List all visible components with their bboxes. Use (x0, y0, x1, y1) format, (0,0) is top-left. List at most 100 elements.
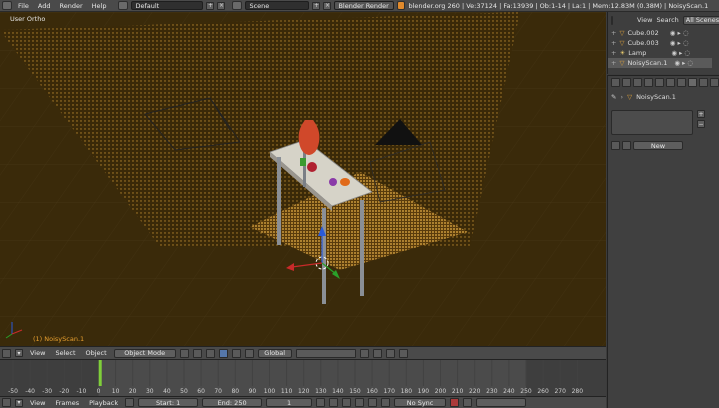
pin-icon[interactable]: ✎ (611, 93, 616, 101)
info-header: File Add Render Help Default + × Scene +… (0, 0, 719, 12)
toggle-menus-button[interactable]: ▾ (15, 398, 23, 407)
timeline-tick-label: 220 (468, 388, 481, 395)
rotate-icon[interactable] (231, 348, 241, 358)
next-keyframe-icon[interactable] (368, 398, 378, 407)
jump-end-icon[interactable] (381, 398, 391, 407)
timeline-tick-label: 150 (349, 388, 361, 395)
timeline-tick-label: 130 (315, 388, 327, 395)
remove-scene-button[interactable]: × (323, 1, 332, 10)
world-tab-icon[interactable] (633, 77, 642, 87)
visibility-eye-icon[interactable]: ◉ ▸ ◌ (670, 39, 689, 47)
sync-mode-dropdown[interactable]: No Sync (394, 398, 447, 407)
remove-slot-button[interactable]: − (697, 120, 705, 128)
menu-object[interactable]: Object (83, 349, 110, 357)
pivot-dropdown-icon[interactable] (192, 348, 202, 358)
modifiers-tab-icon[interactable] (666, 77, 675, 87)
layers-grid[interactable] (295, 348, 356, 358)
toggle-menus-button[interactable]: ▾ (15, 349, 23, 357)
mesh-icon: ▽ (627, 93, 633, 101)
orientation-dropdown[interactable]: Global (257, 348, 292, 358)
preview-range-icon[interactable] (125, 398, 135, 407)
material-browse-icon[interactable] (611, 141, 620, 150)
render-opengl-icon[interactable] (398, 348, 408, 358)
3d-viewport[interactable]: User Ortho (1) NoisyScan.1 (0, 12, 606, 346)
outliner-editor-icon[interactable] (611, 15, 613, 25)
keying-set-icon[interactable] (463, 398, 473, 407)
add-layout-button[interactable]: + (206, 1, 215, 10)
outliner-view-menu[interactable]: View (637, 16, 652, 24)
play-icon[interactable] (355, 398, 365, 407)
texture-tab-icon[interactable] (699, 77, 708, 87)
visibility-eye-icon[interactable]: ◉ ▸ ◌ (674, 59, 693, 67)
material-slot-list[interactable] (611, 110, 693, 135)
current-frame-indicator[interactable] (98, 360, 102, 386)
menu-view[interactable]: View (27, 349, 48, 357)
outliner-panel: View Search All Scenes + ▽ Cube.002 ◉ ▸ … (607, 12, 719, 74)
expand-icon: + (611, 59, 617, 67)
prev-keyframe-icon[interactable] (329, 398, 339, 407)
outliner-item[interactable]: + ▽ Cube.002 ◉ ▸ ◌ (608, 28, 688, 38)
stats-text: blender.org 260 | Ve:37124 | Fa:13939 | … (408, 1, 709, 10)
play-reverse-icon[interactable] (342, 398, 352, 407)
translate-icon[interactable] (218, 348, 228, 358)
timeline-tick-label: 180 (400, 388, 413, 395)
timeline-tick-label: 260 (537, 388, 549, 395)
record-icon[interactable] (450, 398, 460, 407)
proportional-edit-icon[interactable] (385, 348, 395, 358)
scene-icon[interactable] (232, 1, 243, 10)
timeline-editor-icon[interactable] (2, 398, 11, 407)
scene-tab-icon[interactable] (622, 77, 631, 87)
vase-object[interactable] (298, 120, 320, 155)
render-tab-icon[interactable] (611, 77, 620, 87)
outliner-search-menu[interactable]: Search (656, 16, 678, 24)
visibility-eye-icon[interactable]: ◉ ▸ ◌ (670, 29, 689, 37)
render-engine-dropdown[interactable]: Blender Render (334, 1, 395, 10)
menu-playback[interactable]: Playback (86, 399, 121, 407)
timeline-tick-label: 120 (297, 388, 310, 395)
material-tab-icon[interactable] (688, 77, 697, 87)
menu-select[interactable]: Select (52, 349, 78, 357)
outliner-item[interactable]: + ▽ Cube.003 ◉ ▸ ◌ (608, 38, 688, 48)
current-frame-field[interactable]: 1 (266, 398, 313, 407)
start-frame-field[interactable]: Start: 1 (138, 398, 199, 407)
keying-set-field[interactable] (476, 398, 527, 407)
menu-view[interactable]: View (27, 399, 48, 407)
timeline-tick-label: 50 (180, 388, 188, 395)
outliner-item[interactable]: + ☀ Lamp ◉ ▸ ◌ (608, 48, 690, 58)
add-slot-button[interactable]: + (697, 110, 705, 118)
timeline-tick-label: -40 (25, 388, 35, 395)
properties-tabs (608, 77, 719, 87)
menu-render[interactable]: Render (56, 2, 85, 10)
snap-icon[interactable] (372, 348, 382, 358)
data-tab-icon[interactable] (677, 77, 686, 87)
remove-layout-button[interactable]: × (217, 1, 226, 10)
screen-layout-icon[interactable] (118, 1, 129, 10)
manipulator-toggle-icon[interactable] (205, 348, 215, 358)
scene-field[interactable]: Scene (245, 1, 310, 10)
constraints-tab-icon[interactable] (655, 77, 664, 87)
new-material-button[interactable]: New (633, 141, 683, 150)
object-tab-icon[interactable] (644, 77, 653, 87)
end-frame-field[interactable]: End: 250 (202, 398, 263, 407)
shading-dropdown-icon[interactable] (179, 348, 189, 358)
screen-layout-field[interactable]: Default (131, 1, 204, 10)
menu-file[interactable]: File (15, 2, 32, 10)
view-editor-icon[interactable] (2, 348, 11, 358)
lock-layers-icon[interactable] (359, 348, 369, 358)
material-preview-icon[interactable] (622, 141, 631, 150)
scale-icon[interactable] (244, 348, 254, 358)
timeline[interactable]: -50 -40 -30 -20 -10 0 10 20 30 40 50 60 70 80 90 100 110… (0, 359, 606, 396)
add-scene-button[interactable]: + (312, 1, 321, 10)
menu-add[interactable]: Add (35, 2, 54, 10)
outliner-item-selected[interactable]: + ▽ NoisyScan.1 ◉ ▸ ◌ (608, 58, 712, 68)
menu-frames[interactable]: Frames (52, 399, 82, 407)
visibility-eye-icon[interactable]: ◉ ▸ ◌ (671, 49, 690, 57)
particles-tab-icon[interactable] (710, 77, 719, 87)
editor-type-icon[interactable] (2, 1, 12, 10)
mode-dropdown[interactable]: Object Mode (113, 348, 176, 358)
menu-help[interactable]: Help (89, 2, 110, 10)
jump-start-icon[interactable] (316, 398, 326, 407)
display-mode-dropdown[interactable]: All Scenes (682, 15, 719, 25)
outliner-item-label: Cube.002 (627, 29, 659, 37)
breadcrumb: NoisyScan.1 (636, 93, 676, 101)
